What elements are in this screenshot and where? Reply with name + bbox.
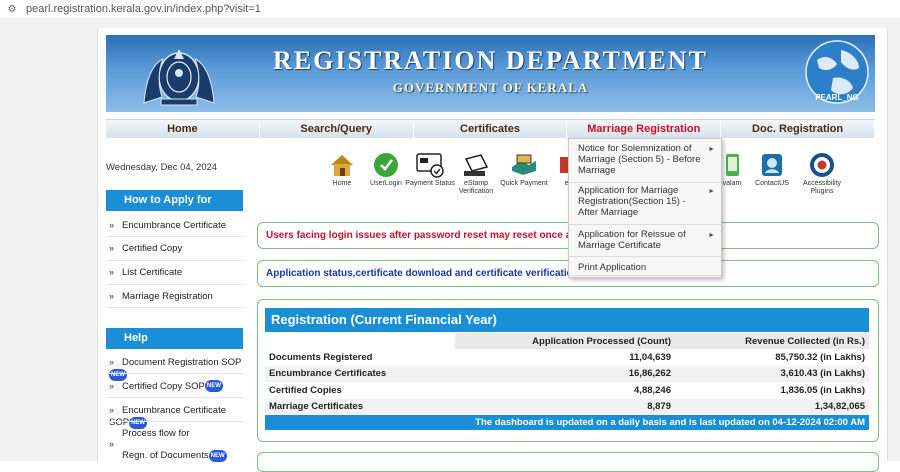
sidebar-item-marriage-registration[interactable]: » Marriage Registration	[106, 290, 243, 303]
secondary-panel	[257, 452, 879, 472]
sidebar-item-certified-copy[interactable]: » Certified Copy	[106, 242, 243, 255]
quick-payment-icon	[512, 154, 536, 175]
sidebar-item-encumbrance[interactable]: » Encumbrance Certificate	[106, 219, 243, 232]
menu-item-reissue-certificate[interactable]: Application for Reissue of Marriage Cert…	[569, 229, 721, 257]
how-to-apply-heading: How to Apply for	[106, 190, 243, 211]
row-revenue: 85,750.32 (in Lakhs)	[675, 349, 869, 366]
row-revenue: 1,836.05 (in Lakhs)	[675, 382, 869, 399]
row-count: 4,88,246	[455, 382, 675, 399]
sidebar-item-encumbrance-sop[interactable]: » Encumbrance Certificate SOP NEW	[106, 404, 243, 429]
chevron-right-icon: ►	[708, 232, 715, 239]
accessibility-icon	[810, 153, 834, 177]
divider	[106, 397, 243, 398]
pearl-globe-logo: PEARL_NG	[805, 40, 869, 104]
browser-url-bar[interactable]: ⚙ pearl.registration.kerala.gov.in/index…	[0, 0, 900, 18]
marriage-registration-dropdown: Notice for Solemnization of Marriage (Se…	[568, 138, 722, 278]
login-issue-text: Users facing login issues after password…	[266, 230, 572, 241]
divider	[106, 421, 243, 422]
row-label: Certified Copies	[265, 382, 455, 399]
chevron-right-icon: ►	[708, 188, 715, 195]
estamp-icon	[464, 154, 489, 176]
last-updated-bar: The dashboard is updated on a daily basi…	[265, 415, 869, 430]
chevron-right-icon: »	[109, 220, 115, 230]
globe-label: PEARL_NG	[815, 93, 859, 102]
menu-item-print-application[interactable]: Print Application	[569, 262, 721, 276]
menu-item-notice-solemnization[interactable]: Notice for Solemnization of Marriage (Se…	[569, 143, 721, 183]
stats-heading: Registration (Current Financial Year)	[265, 308, 869, 332]
row-count: 16,86,262	[455, 365, 675, 383]
current-date: Wednesday, Dec 04, 2024	[106, 162, 218, 173]
chevron-right-icon: »	[109, 405, 115, 415]
payment-status-icon	[416, 153, 444, 178]
row-count: 11,04,639	[455, 349, 675, 366]
nav-certificates[interactable]: Certificates	[414, 120, 568, 138]
sidebar-item-certified-copy-sop[interactable]: » Certified Copy SOP NEW	[106, 380, 243, 393]
contact-icon	[762, 154, 782, 176]
chevron-right-icon: »	[109, 243, 115, 253]
row-label: Marriage Certificates	[265, 398, 455, 415]
divider	[106, 373, 243, 374]
main-nav: Home Search/Query Certificates Marriage …	[106, 119, 875, 138]
status-notice-text: Application status,certificate download …	[266, 268, 579, 279]
chevron-right-icon: »	[109, 381, 115, 391]
nav-marriage-registration[interactable]: Marriage Registration	[567, 120, 722, 138]
table-row: Marriage Certificates 8,879 1,34,82,065	[265, 398, 869, 415]
row-count: 8,879	[455, 398, 675, 415]
col-count-header: Application Processed (Count)	[455, 333, 675, 350]
quick-link-accessibility[interactable]: Accessibility Plugins	[792, 151, 852, 196]
nav-home[interactable]: Home	[106, 120, 260, 138]
menu-item-marriage-registration-application[interactable]: Application for Marriage Registration(Se…	[569, 185, 721, 225]
chevron-right-icon: »	[109, 291, 115, 301]
new-badge: NEW	[204, 380, 223, 392]
banner-subtitle: GOVERNMENT OF KERALA	[392, 80, 589, 95]
chevron-right-icon: »	[109, 439, 115, 449]
row-revenue: 3,610.43 (in Lakhs)	[675, 365, 869, 383]
sidebar-item-list-certificate[interactable]: » List Certificate	[106, 266, 243, 279]
divider	[106, 284, 243, 285]
user-login-icon	[374, 153, 398, 177]
col-revenue-header: Revenue Collected (in Rs.)	[675, 333, 869, 350]
chevron-right-icon: »	[109, 267, 115, 277]
new-badge: NEW	[208, 450, 227, 462]
help-heading: Help	[106, 328, 243, 349]
table-header-row: Application Processed (Count) Revenue Co…	[265, 333, 869, 350]
sidebar-item-regn-documents[interactable]: Regn. of Documents NEW	[106, 450, 243, 462]
url-text[interactable]: pearl.registration.kerala.gov.in/index.p…	[26, 3, 261, 15]
nav-doc-registration[interactable]: Doc. Registration	[721, 120, 875, 138]
divider	[106, 307, 243, 308]
banner-title: REGISTRATION DEPARTMENT	[273, 46, 708, 75]
table-header-blank	[265, 333, 455, 350]
divider	[106, 260, 243, 261]
row-revenue: 1,34,82,065	[675, 398, 869, 415]
table-row: Certified Copies 4,88,246 1,836.05 (in L…	[265, 382, 869, 399]
chevron-right-icon: ►	[708, 146, 715, 153]
sidebar-item-doc-registration-sop[interactable]: » Document Registration SOPNEW	[106, 356, 243, 381]
table-row: Documents Registered 11,04,639 85,750.32…	[265, 349, 869, 366]
table-row: Encumbrance Certificates 16,86,262 3,610…	[265, 365, 869, 383]
site-settings-icon[interactable]: ⚙	[4, 4, 20, 15]
row-label: Documents Registered	[265, 349, 455, 366]
chevron-right-icon: »	[109, 357, 115, 367]
site-banner: REGISTRATION DEPARTMENT GOVERNMENT OF KE…	[106, 35, 875, 112]
row-label: Encumbrance Certificates	[265, 365, 455, 383]
nav-search-query[interactable]: Search/Query	[260, 120, 414, 138]
divider	[106, 236, 243, 237]
home-icon	[331, 155, 353, 176]
accessibility-label: Accessibility Plugins	[802, 180, 842, 195]
stats-table: Application Processed (Count) Revenue Co…	[265, 333, 869, 415]
